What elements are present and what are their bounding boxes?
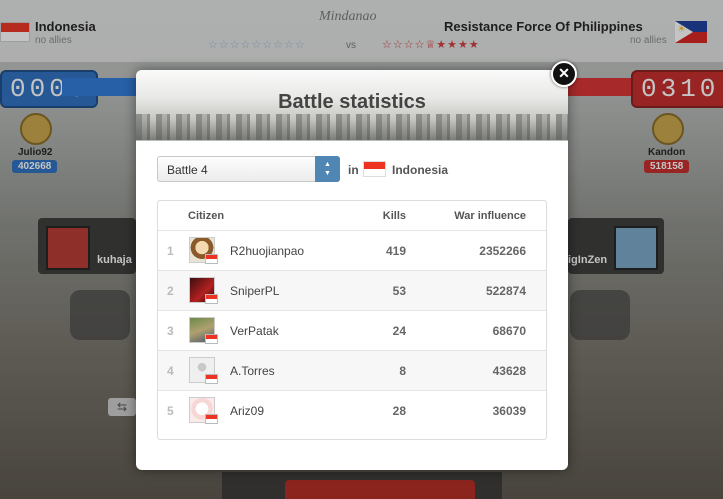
table-row: 1 R2huojianpao 419 2352266 [158,230,546,271]
row-rank: 4 [167,364,174,378]
citizen-kills: 28 [392,404,406,418]
citizen-name[interactable]: SniperPL [230,284,279,298]
modal-title: Battle statistics [278,91,426,113]
column-war-influence: War influence [454,210,526,222]
indonesia-flag-icon [363,161,386,177]
close-icon[interactable]: ✕ [551,61,577,87]
in-label: in [348,163,359,177]
citizen-kills: 53 [392,284,406,298]
citizenship-flag-icon [205,254,218,264]
modal-header: Battle statistics [136,70,568,141]
table-row: 4 A.Torres 8 43628 [158,350,546,391]
column-citizen: Citizen [188,210,225,222]
citizen-name[interactable]: R2huojianpao [230,244,304,258]
table-row: 2 SniperPL 53 522874 [158,270,546,311]
battle-select[interactable]: Battle 4 ▲ ▼ [157,156,340,182]
citizen-kills: 8 [399,364,406,378]
citizenship-flag-icon [205,334,218,344]
citizenship-flag-icon [205,414,218,424]
row-rank: 2 [167,284,174,298]
stats-table: Citizen Kills War influence 1 R2huojianp… [157,200,547,440]
modal-country-name: Indonesia [392,163,449,177]
citizen-influence: 68670 [492,324,526,338]
citizen-name[interactable]: A.Torres [230,364,275,378]
citizen-influence: 522874 [485,284,526,298]
citizen-influence: 36039 [492,404,526,418]
citizen-name[interactable]: Ariz09 [230,404,264,418]
table-row: 5 Ariz09 28 36039 [158,390,546,431]
table-row: 3 VerPatak 24 68670 [158,310,546,351]
column-kills: Kills [382,210,406,222]
battle-statistics-modal: Battle statistics Battle 4 ▲ ▼ in Indones… [136,70,568,470]
skyline-decoration [136,114,568,140]
citizenship-flag-icon [205,294,218,304]
battle-select-value: Battle 4 [167,163,208,177]
citizen-influence: 2352266 [479,244,526,258]
citizen-kills: 419 [385,244,406,258]
row-rank: 3 [167,324,174,338]
citizen-name[interactable]: VerPatak [230,324,279,338]
row-rank: 5 [167,404,174,418]
citizenship-flag-icon [205,374,218,384]
updown-arrow-icon: ▲ ▼ [315,156,340,182]
citizen-kills: 24 [392,324,406,338]
citizen-influence: 43628 [492,364,526,378]
row-rank: 1 [167,244,174,258]
